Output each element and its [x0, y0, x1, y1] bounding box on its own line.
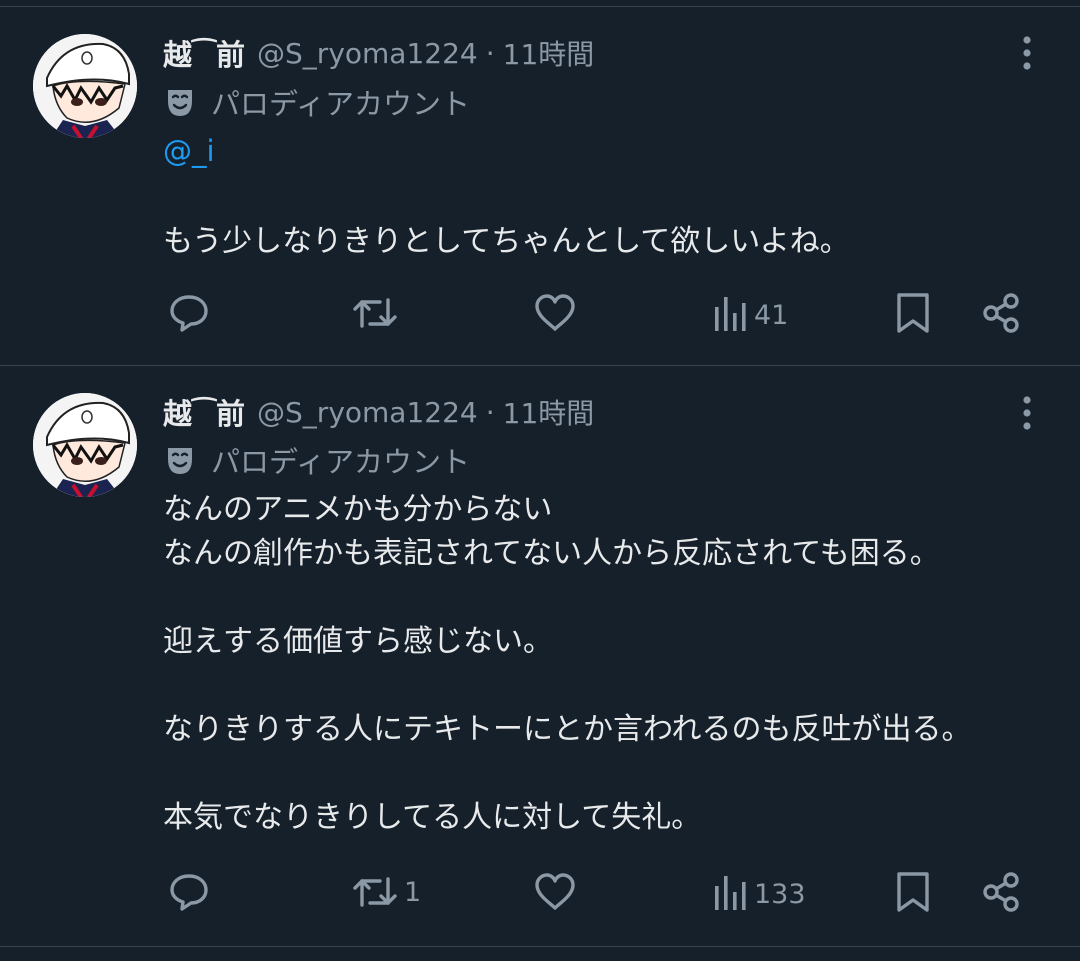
like-button[interactable]: [532, 289, 578, 337]
avatar-image: [33, 393, 137, 497]
tweet-line: もう少しなりきりとしてちゃんとして欲しいよね。: [163, 224, 850, 259]
like-button[interactable]: [532, 868, 578, 916]
tweet-line: 本気でなりきりしてる人に対して失礼。: [163, 800, 702, 835]
tweet-line: なんの創作かも表記されてない人から反応されても困る。: [163, 536, 940, 571]
tweet-line: 迎えする価値すら感じない。: [163, 624, 553, 659]
share-button[interactable]: [980, 289, 1024, 337]
bookmark-button[interactable]: [893, 289, 933, 337]
tweet-line: なりきりする人にテキトーにとか言われるのも反吐が出る。: [163, 712, 972, 747]
bookmark-icon: [897, 872, 929, 912]
share-icon: [983, 293, 1019, 333]
retweet-count: 1: [404, 876, 422, 908]
reply-mention-link[interactable]: @_i: [163, 134, 215, 168]
retweet-button[interactable]: 1: [350, 868, 421, 916]
avatar[interactable]: [33, 393, 137, 497]
retweet-button[interactable]: [350, 289, 404, 337]
tweet-header: 越⁀前 @S_ryoma1224 · 11時間: [163, 390, 594, 434]
user-handle[interactable]: @S_ryoma1224: [257, 396, 478, 429]
parody-account-label: パロディアカウント: [163, 438, 470, 482]
parody-account-label: パロディアカウント: [163, 80, 470, 124]
views-button[interactable]: 41: [712, 291, 788, 339]
reply-button[interactable]: [166, 289, 212, 337]
separator-dot: ·: [485, 36, 495, 70]
more-button[interactable]: [1014, 391, 1040, 435]
more-vertical-icon: [1023, 396, 1031, 430]
retweet-icon: [353, 877, 397, 907]
timestamp[interactable]: 11時間: [503, 33, 595, 73]
tweet-line: なんのアニメかも分からない: [163, 492, 553, 527]
heart-icon: [535, 294, 575, 331]
user-handle[interactable]: @S_ryoma1224: [257, 37, 478, 70]
tweet-line: [163, 664, 972, 708]
tweet-text: なんのアニメかも分からない なんの創作かも表記されてない人から反応されても困る。…: [163, 488, 972, 840]
tweet-text: もう少しなりきりとしてちゃんとして欲しいよね。: [163, 220, 850, 264]
share-button[interactable]: [980, 868, 1024, 916]
tweet[interactable]: 越⁀前 @S_ryoma1224 · 11時間 パロディアカウント @_i もう…: [0, 0, 1080, 366]
timestamp[interactable]: 11時間: [503, 392, 595, 432]
tweet-line: [163, 752, 972, 796]
views-button[interactable]: 133: [712, 870, 806, 918]
theater-mask-icon: [168, 90, 192, 116]
theater-mask-icon: [168, 448, 192, 474]
separator-dot: ·: [485, 395, 495, 429]
tweet-header: 越⁀前 @S_ryoma1224 · 11時間: [163, 31, 594, 75]
bookmark-button[interactable]: [893, 868, 933, 916]
tweet[interactable]: 越⁀前 @S_ryoma1224 · 11時間 パロディアカウント なんのアニメ…: [0, 366, 1080, 946]
bottom-divider: [0, 946, 1080, 947]
retweet-icon: [353, 298, 397, 328]
heart-icon: [535, 873, 575, 910]
tweet-line: [163, 576, 972, 620]
more-vertical-icon: [1023, 36, 1031, 70]
avatar-image: [33, 34, 137, 138]
views-chart-icon: [715, 297, 746, 331]
views-count: 41: [754, 299, 789, 331]
reply-icon: [170, 295, 208, 332]
views-count: 133: [754, 878, 806, 910]
views-chart-icon: [715, 876, 746, 910]
avatar[interactable]: [33, 34, 137, 138]
display-name[interactable]: 越⁀前: [163, 32, 245, 74]
more-button[interactable]: [1014, 31, 1040, 75]
bookmark-icon: [897, 293, 929, 333]
display-name[interactable]: 越⁀前: [163, 391, 245, 433]
reply-button[interactable]: [166, 868, 212, 916]
parody-label: パロディアカウント: [211, 445, 470, 479]
parody-label: パロディアカウント: [211, 87, 470, 121]
reply-icon: [170, 874, 208, 911]
share-icon: [983, 872, 1019, 912]
